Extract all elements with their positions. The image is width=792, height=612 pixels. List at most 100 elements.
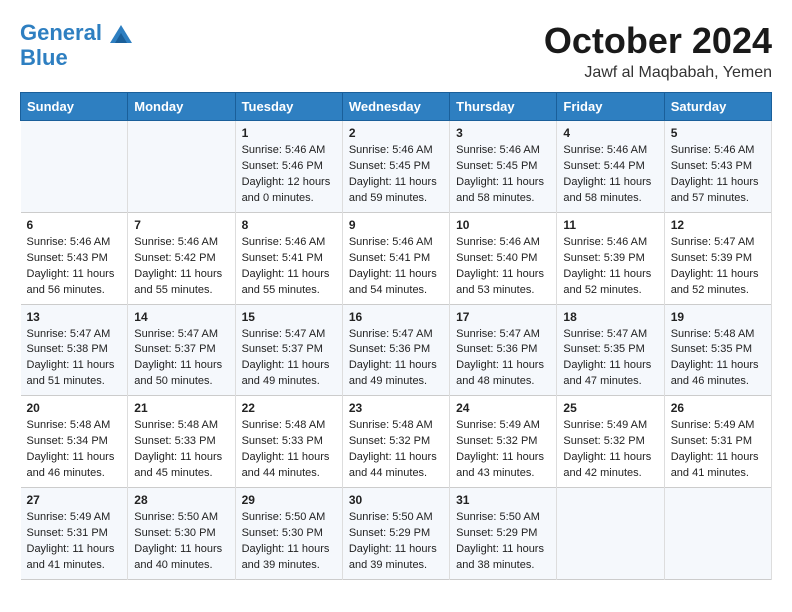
day-info: Sunrise: 5:48 AM: [671, 327, 765, 343]
day-info: and 56 minutes.: [27, 283, 122, 299]
day-number: 5: [671, 126, 765, 140]
day-info: and 58 minutes.: [563, 191, 657, 207]
day-info: Sunrise: 5:46 AM: [563, 235, 657, 251]
day-info: Daylight: 11 hours: [242, 542, 336, 558]
page-header: General Blue October 2024 Jawf al Maqbab…: [20, 20, 772, 82]
day-info: Sunrise: 5:46 AM: [563, 143, 657, 159]
day-info: and 44 minutes.: [349, 466, 443, 482]
day-number: 27: [27, 493, 122, 507]
day-info: Sunset: 5:31 PM: [27, 526, 122, 542]
day-info: Sunrise: 5:48 AM: [134, 418, 228, 434]
day-info: Sunset: 5:33 PM: [242, 434, 336, 450]
day-info: Daylight: 11 hours: [563, 358, 657, 374]
day-info: and 49 minutes.: [242, 374, 336, 390]
day-number: 9: [349, 218, 443, 232]
day-info: Sunset: 5:29 PM: [456, 526, 550, 542]
logo-blue-text: Blue: [20, 45, 132, 70]
logo: General Blue: [20, 20, 132, 71]
table-row: 16Sunrise: 5:47 AMSunset: 5:36 PMDayligh…: [342, 304, 449, 396]
day-info: Daylight: 11 hours: [27, 358, 122, 374]
day-number: 15: [242, 310, 336, 324]
day-info: Daylight: 11 hours: [349, 450, 443, 466]
day-info: Sunrise: 5:46 AM: [456, 235, 550, 251]
day-info: Daylight: 11 hours: [27, 542, 122, 558]
day-number: 10: [456, 218, 550, 232]
day-number: 13: [27, 310, 122, 324]
day-info: Sunset: 5:46 PM: [242, 159, 336, 175]
day-info: and 38 minutes.: [456, 558, 550, 574]
day-info: and 50 minutes.: [134, 374, 228, 390]
day-info: Daylight: 11 hours: [671, 358, 765, 374]
day-info: Sunset: 5:37 PM: [242, 342, 336, 358]
day-info: Daylight: 11 hours: [563, 267, 657, 283]
day-info: and 42 minutes.: [563, 466, 657, 482]
day-number: 31: [456, 493, 550, 507]
day-number: 29: [242, 493, 336, 507]
day-info: and 39 minutes.: [242, 558, 336, 574]
table-row: 1Sunrise: 5:46 AMSunset: 5:46 PMDaylight…: [235, 121, 342, 213]
day-info: and 52 minutes.: [563, 283, 657, 299]
day-info: Sunrise: 5:46 AM: [456, 143, 550, 159]
calendar-week-row: 6Sunrise: 5:46 AMSunset: 5:43 PMDaylight…: [21, 212, 772, 304]
day-info: Sunset: 5:37 PM: [134, 342, 228, 358]
day-info: Daylight: 11 hours: [671, 450, 765, 466]
table-row: 15Sunrise: 5:47 AMSunset: 5:37 PMDayligh…: [235, 304, 342, 396]
day-number: 24: [456, 401, 550, 415]
day-info: and 46 minutes.: [27, 466, 122, 482]
day-info: Daylight: 11 hours: [134, 267, 228, 283]
day-info: Sunset: 5:31 PM: [671, 434, 765, 450]
col-thursday: Thursday: [450, 93, 557, 121]
day-info: Sunrise: 5:49 AM: [456, 418, 550, 434]
day-info: Sunset: 5:32 PM: [456, 434, 550, 450]
day-info: Daylight: 11 hours: [456, 358, 550, 374]
col-sunday: Sunday: [21, 93, 128, 121]
day-info: and 0 minutes.: [242, 191, 336, 207]
table-row: 11Sunrise: 5:46 AMSunset: 5:39 PMDayligh…: [557, 212, 664, 304]
day-info: Daylight: 11 hours: [349, 542, 443, 558]
day-info: Sunrise: 5:50 AM: [242, 510, 336, 526]
day-number: 25: [563, 401, 657, 415]
day-info: and 39 minutes.: [349, 558, 443, 574]
day-info: Sunrise: 5:50 AM: [456, 510, 550, 526]
table-row: 12Sunrise: 5:47 AMSunset: 5:39 PMDayligh…: [664, 212, 771, 304]
day-info: and 52 minutes.: [671, 283, 765, 299]
day-info: Sunrise: 5:46 AM: [27, 235, 122, 251]
day-number: 19: [671, 310, 765, 324]
calendar-table: Sunday Monday Tuesday Wednesday Thursday…: [20, 92, 772, 580]
day-info: Daylight: 11 hours: [349, 358, 443, 374]
calendar-week-row: 1Sunrise: 5:46 AMSunset: 5:46 PMDaylight…: [21, 121, 772, 213]
table-row: 4Sunrise: 5:46 AMSunset: 5:44 PMDaylight…: [557, 121, 664, 213]
calendar-week-row: 27Sunrise: 5:49 AMSunset: 5:31 PMDayligh…: [21, 488, 772, 580]
col-tuesday: Tuesday: [235, 93, 342, 121]
month-title: October 2024: [544, 20, 772, 62]
day-info: Daylight: 11 hours: [134, 542, 228, 558]
day-number: 22: [242, 401, 336, 415]
day-info: Daylight: 11 hours: [456, 267, 550, 283]
day-info: Daylight: 11 hours: [242, 358, 336, 374]
table-row: 6Sunrise: 5:46 AMSunset: 5:43 PMDaylight…: [21, 212, 128, 304]
day-info: Daylight: 11 hours: [134, 450, 228, 466]
title-block: October 2024 Jawf al Maqbabah, Yemen: [544, 20, 772, 82]
day-info: and 49 minutes.: [349, 374, 443, 390]
day-number: 7: [134, 218, 228, 232]
day-info: Sunset: 5:42 PM: [134, 251, 228, 267]
day-info: Sunrise: 5:47 AM: [134, 327, 228, 343]
table-row: 17Sunrise: 5:47 AMSunset: 5:36 PMDayligh…: [450, 304, 557, 396]
table-row: 22Sunrise: 5:48 AMSunset: 5:33 PMDayligh…: [235, 396, 342, 488]
day-info: Sunset: 5:39 PM: [563, 251, 657, 267]
day-info: Sunrise: 5:48 AM: [349, 418, 443, 434]
day-number: 23: [349, 401, 443, 415]
day-number: 14: [134, 310, 228, 324]
day-info: and 55 minutes.: [134, 283, 228, 299]
table-row: 14Sunrise: 5:47 AMSunset: 5:37 PMDayligh…: [128, 304, 235, 396]
calendar-week-row: 20Sunrise: 5:48 AMSunset: 5:34 PMDayligh…: [21, 396, 772, 488]
day-info: Sunrise: 5:47 AM: [671, 235, 765, 251]
day-info: Sunrise: 5:49 AM: [671, 418, 765, 434]
table-row: 8Sunrise: 5:46 AMSunset: 5:41 PMDaylight…: [235, 212, 342, 304]
col-friday: Friday: [557, 93, 664, 121]
table-row: 27Sunrise: 5:49 AMSunset: 5:31 PMDayligh…: [21, 488, 128, 580]
table-row: 18Sunrise: 5:47 AMSunset: 5:35 PMDayligh…: [557, 304, 664, 396]
day-info: Sunset: 5:45 PM: [456, 159, 550, 175]
table-row: 10Sunrise: 5:46 AMSunset: 5:40 PMDayligh…: [450, 212, 557, 304]
table-row: 3Sunrise: 5:46 AMSunset: 5:45 PMDaylight…: [450, 121, 557, 213]
